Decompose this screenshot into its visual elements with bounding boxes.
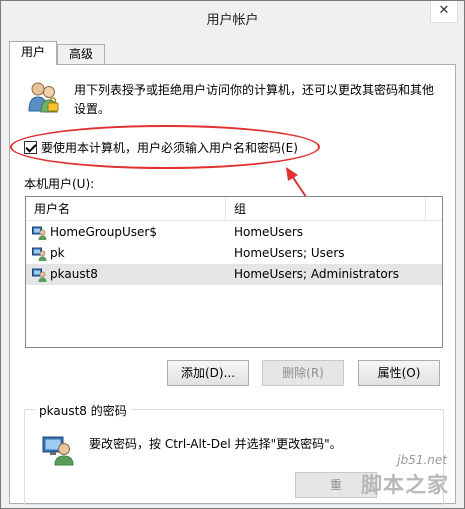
title-bar: 用户帐户 ✕ [1,1,464,33]
tab-advanced[interactable]: 高级 [57,44,105,64]
users-list[interactable]: 用户名 组 HomeGroupUser$ HomeUsers pk HomeUs… [25,196,443,348]
user-icon [32,268,47,282]
properties-button[interactable]: 属性(O) [358,360,440,386]
close-button[interactable]: ✕ [430,1,458,23]
users-icon [28,82,59,113]
user-accounts-dialog: 用户帐户 ✕ 用户 高级 用下列表授予或拒绝用户访问你的计算机，还可以更改其密码… [0,0,465,509]
cell-group: HomeUsers; Administrators [234,267,399,281]
require-login-checkbox[interactable] [24,140,37,154]
column-header-group[interactable]: 组 [226,197,426,221]
cell-username: pk [50,246,65,260]
list-header: 用户名 组 [26,197,442,221]
cell-username: pkaust8 [50,267,98,281]
password-instructions: 要改密码，按 Ctrl-Alt-Del 并选择"更改密码"。 [89,437,342,451]
cell-group: HomeUsers [234,225,304,239]
require-login-row[interactable]: 要使用本计算机，用户必须输入用户名和密码(E) [24,137,298,157]
user-icon [32,226,47,240]
window-title: 用户帐户 [206,13,259,28]
user-icon [32,247,47,261]
local-users-label: 本机用户(U): [24,177,95,191]
watermark-url: jb51.net [397,453,447,467]
remove-user-button[interactable]: 删除(R) [262,360,344,386]
cell-group: HomeUsers; Users [234,246,345,260]
watermark-brand: 脚本之家 [361,473,449,497]
users-tab-panel: 用下列表授予或拒绝用户访问你的计算机，还可以更改其密码和其他设置。 要使用本计算… [9,64,456,505]
users-icon [42,436,74,466]
description-text: 用下列表授予或拒绝用户访问你的计算机，还可以更改其密码和其他设置。 [74,83,435,116]
column-header-username[interactable]: 用户名 [26,197,226,221]
cell-username: HomeGroupUser$ [50,225,157,239]
table-row-selected[interactable]: pkaust8 HomeUsers; Administrators [26,264,442,285]
tab-users[interactable]: 用户 [9,41,57,65]
password-group-title: pkaust8 的密码 [35,402,131,419]
watermark: jb51.net 脚本之家 [321,453,451,501]
table-row[interactable]: HomeGroupUser$ HomeUsers [26,222,442,243]
add-user-button[interactable]: 添加(D)... [167,360,249,386]
require-login-label: 要使用本计算机，用户必须输入用户名和密码(E) [41,140,298,155]
table-row[interactable]: pk HomeUsers; Users [26,243,442,264]
